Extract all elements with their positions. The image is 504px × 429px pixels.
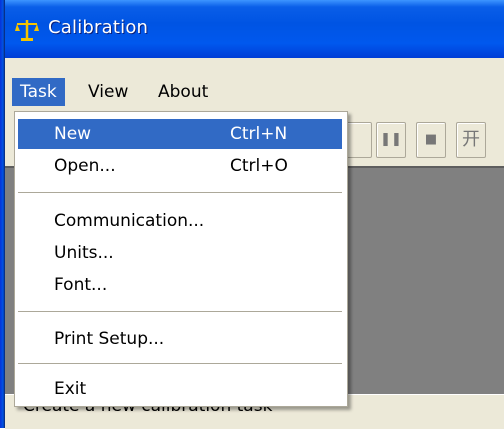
menu-bar: Task View About [5, 58, 504, 111]
menu-item-label: Units... [54, 243, 114, 263]
menu-separator [18, 192, 342, 193]
menu-separator [18, 311, 342, 312]
menu-view[interactable]: View [80, 78, 136, 106]
text-icon: 开 [462, 129, 480, 150]
menu-item-new[interactable]: New Ctrl+N [18, 119, 342, 149]
menu-item-label: Exit [54, 379, 87, 399]
window-title: Calibration [48, 17, 149, 38]
menu-item-exit[interactable]: Exit [18, 374, 342, 404]
menu-item-label: Print Setup... [54, 329, 165, 349]
menu-separator [18, 363, 342, 364]
title-bar[interactable]: Calibration [0, 0, 504, 58]
menu-item-label: Font... [54, 275, 108, 295]
menu-item-print-setup[interactable]: Print Setup... [18, 324, 342, 354]
menu-item-shortcut: Ctrl+N [230, 124, 288, 144]
menu-item-label: New [54, 124, 92, 144]
menu-task[interactable]: Task [12, 78, 65, 106]
menu-item-label: Open... [54, 156, 116, 176]
menu-item-shortcut: Ctrl+O [230, 156, 288, 176]
stop-icon: ■ [424, 132, 438, 147]
stop-button[interactable]: ■ [416, 122, 446, 158]
menu-item-label: Communication... [54, 211, 205, 231]
pause-button[interactable]: ❚❚ [376, 122, 406, 158]
text-button[interactable]: 开 [456, 122, 486, 158]
calibration-window: Calibration Task View About ❚❚ ■ 开 Creat… [0, 0, 504, 429]
menu-item-communication[interactable]: Communication... [18, 206, 342, 236]
window-border [0, 0, 5, 428]
menu-item-font[interactable]: Font... [18, 270, 342, 300]
balance-scale-icon [15, 20, 39, 41]
menu-about[interactable]: About [150, 78, 216, 106]
task-menu-dropdown: New Ctrl+N Open... Ctrl+O Communication.… [14, 111, 348, 407]
menu-item-open[interactable]: Open... Ctrl+O [18, 151, 342, 181]
menu-item-units[interactable]: Units... [18, 238, 342, 268]
pause-icon: ❚❚ [380, 132, 402, 147]
